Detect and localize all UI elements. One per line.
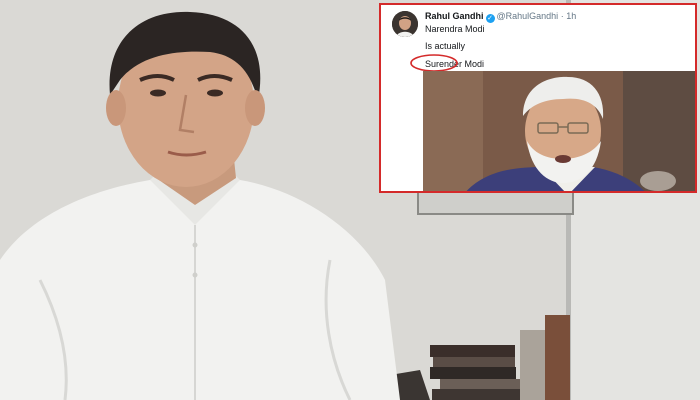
tweet-author: Rahul Gandhi ✓ @RahulGandhi · 1h [425, 11, 576, 23]
author-handle[interactable]: @RahulGandhi [497, 11, 559, 21]
avatar [392, 11, 418, 37]
tweet-text-line-1: Narendra Modi [425, 24, 485, 34]
verified-badge-icon: ✓ [485, 14, 495, 23]
tweet-card: Rahul Gandhi ✓ @RahulGandhi · 1h Narendra … [379, 3, 697, 193]
picture-frame [417, 191, 574, 215]
tweet-text-line-2: Is actually [425, 41, 466, 51]
red-circle-annotation [410, 54, 458, 72]
separator: · [560, 11, 564, 21]
author-name[interactable]: Rahul Gandhi [425, 11, 484, 21]
tweet-timestamp[interactable]: 1h [566, 11, 576, 21]
tweet-photo[interactable] [423, 71, 695, 191]
